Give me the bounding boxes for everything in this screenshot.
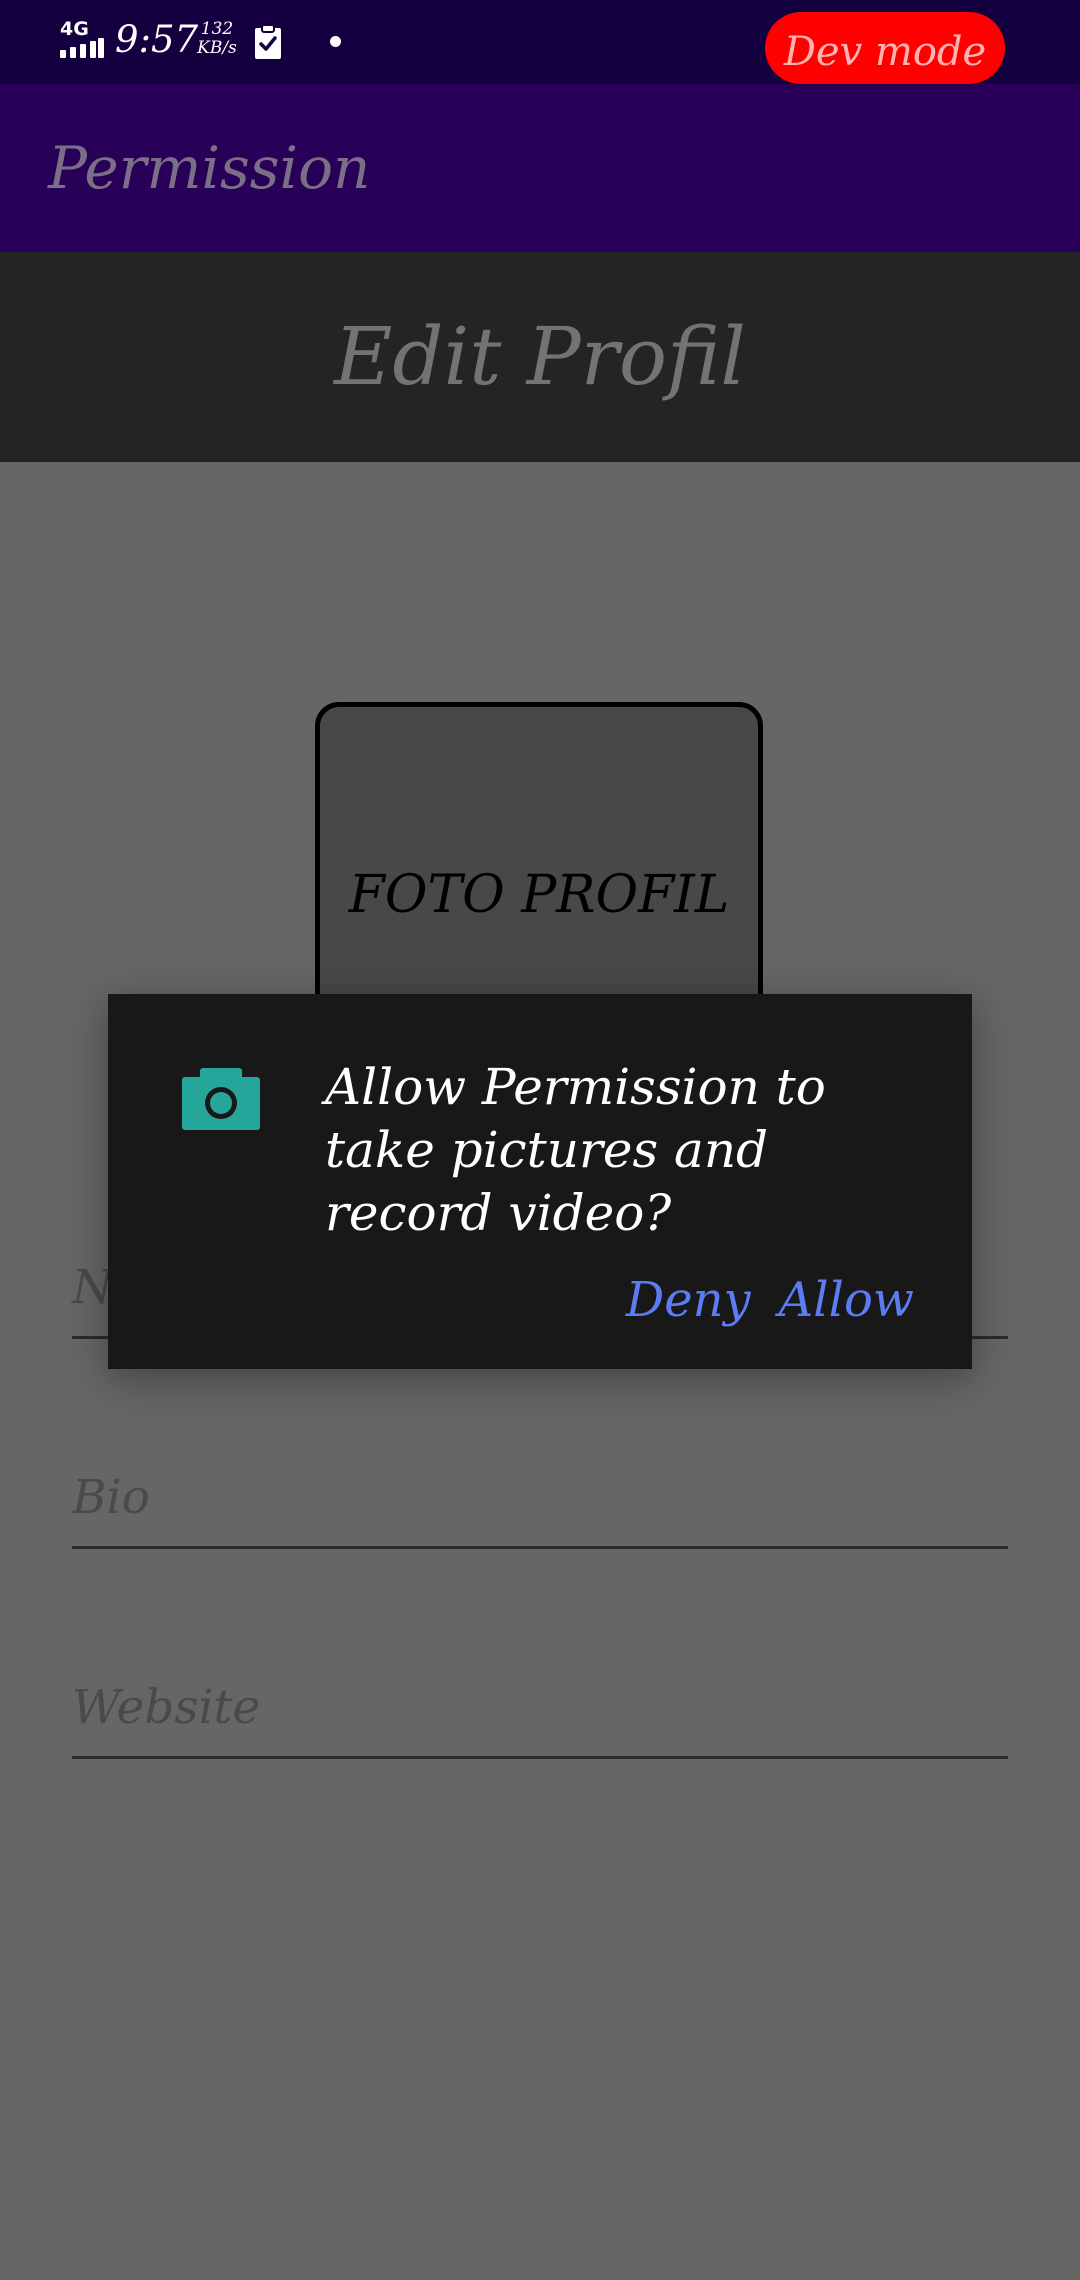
deny-button[interactable]: Deny (626, 1272, 751, 1328)
dialog-actions: Deny Allow (626, 1272, 914, 1328)
permission-dialog: Allow Permission to take pictures and re… (108, 994, 972, 1369)
profile-photo-button[interactable]: FOTO PROFIL (315, 702, 763, 1032)
net-speed-value: 132 (200, 19, 234, 39)
status-time: 9:57 (115, 18, 199, 61)
status-bar: 4G 9:57 132 KB/s Dev mode (0, 0, 1080, 84)
page-header: Edit Profil (0, 252, 1080, 462)
app-bar: Permission (0, 84, 1080, 252)
page-title: Edit Profil (334, 310, 746, 403)
bio-field-placeholder: Bio (72, 1470, 150, 1525)
notification-dot-icon (330, 36, 341, 47)
clipboard-check-icon (255, 24, 281, 59)
profile-photo-label: FOTO PROFIL (348, 865, 730, 925)
allow-button[interactable]: Allow (779, 1272, 914, 1328)
website-field[interactable]: Website (72, 1666, 1008, 1759)
net-speed: 132 KB/s (192, 20, 242, 58)
network-type: 4G (60, 18, 89, 40)
bio-field[interactable]: Bio (72, 1456, 1008, 1549)
website-field-placeholder: Website (72, 1680, 261, 1735)
camera-icon (182, 1068, 260, 1130)
net-speed-unit: KB/s (197, 38, 237, 58)
dialog-message: Allow Permission to take pictures and re… (325, 1058, 826, 1242)
dev-mode-badge[interactable]: Dev mode (765, 12, 1005, 84)
app-title: Permission (48, 134, 371, 202)
signal-icon (60, 38, 104, 58)
